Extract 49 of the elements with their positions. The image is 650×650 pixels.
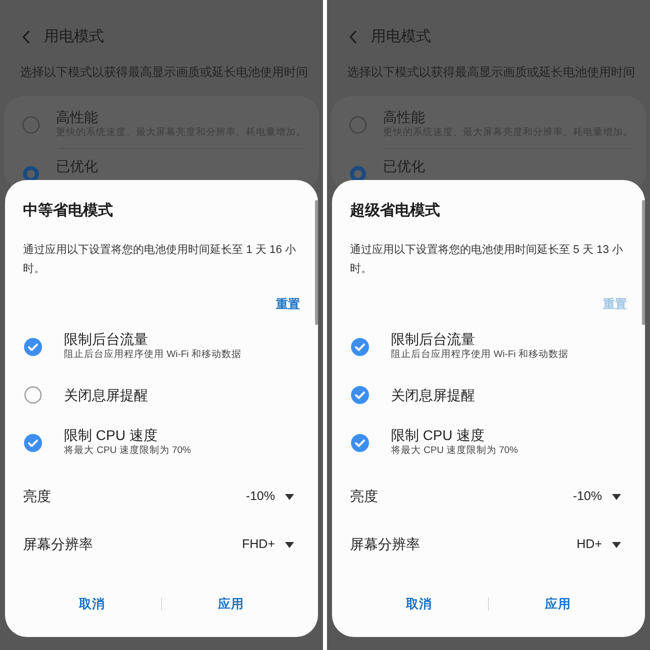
checkbox-checked[interactable]: [351, 338, 369, 356]
option-title: 关闭息屏提醒: [391, 386, 475, 404]
setting-label: 亮度: [23, 487, 51, 506]
value-dropdown[interactable]: FHD+: [242, 535, 294, 554]
dialog-button[interactable]: 应用: [162, 594, 300, 614]
checkbox-checked[interactable]: [24, 338, 42, 356]
option-title: 限制后台流量: [391, 330, 476, 348]
page-title: 用电模式: [371, 26, 431, 47]
checkbox-checked[interactable]: [351, 386, 369, 404]
option-title: 限制 CPU 速度: [64, 426, 158, 444]
option-title: 关闭息屏提醒: [64, 386, 148, 404]
option-description: 阻止后台应用程序使用 Wi-Fi 和移动数据: [391, 348, 568, 362]
setting-label: 屏幕分辨率: [23, 535, 93, 554]
caret-icon: [285, 542, 294, 548]
dialog-button[interactable]: 应用: [489, 594, 627, 614]
value-dropdown[interactable]: -10%: [572, 487, 621, 506]
caret-icon: [612, 542, 621, 548]
dialog-title: 中等省电模式: [23, 201, 114, 221]
back-icon[interactable]: [349, 30, 357, 44]
caret-icon: [285, 494, 294, 500]
option-title: 限制 CPU 速度: [391, 426, 486, 444]
dialog-text: 通过应用以下设置将您的电池使用时间延长至 1 天 16 小时。: [23, 242, 298, 276]
value-dropdown[interactable]: HD+: [576, 535, 621, 554]
radio-button[interactable]: [349, 116, 367, 134]
setting-label: 亮度: [350, 487, 378, 506]
value-dropdown[interactable]: -10%: [246, 487, 294, 506]
dialog-title: 超级省电模式: [350, 201, 441, 221]
radio-selected[interactable]: [349, 164, 367, 183]
reset-button[interactable]: 重置: [276, 294, 300, 312]
caret-icon: [612, 494, 621, 500]
checkbox-checked[interactable]: [24, 434, 42, 452]
option-description: 将最大 CPU 速度限制为 70%: [64, 444, 191, 458]
option-description: 阻止后台应用程序使用 Wi-Fi 和移动数据: [64, 348, 242, 362]
mode-title: 已优化: [383, 156, 425, 175]
radio-button[interactable]: [22, 116, 40, 134]
checkbox[interactable]: [24, 386, 42, 404]
setting-label: 屏幕分辨率: [350, 535, 420, 554]
mode-title: 高性能: [383, 108, 426, 126]
back-icon[interactable]: [22, 30, 30, 44]
option-title: 限制后台流量: [64, 330, 149, 348]
dialog-text: 通过应用以下设置将您的电池使用时间延长至 5 天 13 小时。: [350, 242, 624, 276]
mode-title: 已优化: [56, 156, 98, 175]
page-title: 用电模式: [44, 26, 104, 47]
radio-selected[interactable]: [22, 164, 40, 183]
mode-title: 高性能: [56, 108, 99, 126]
dialog-button[interactable]: 取消: [350, 594, 488, 614]
dialog-button[interactable]: 取消: [23, 594, 161, 614]
checkbox-checked[interactable]: [351, 434, 369, 452]
option-description: 将最大 CPU 速度限制为 70%: [391, 444, 518, 458]
